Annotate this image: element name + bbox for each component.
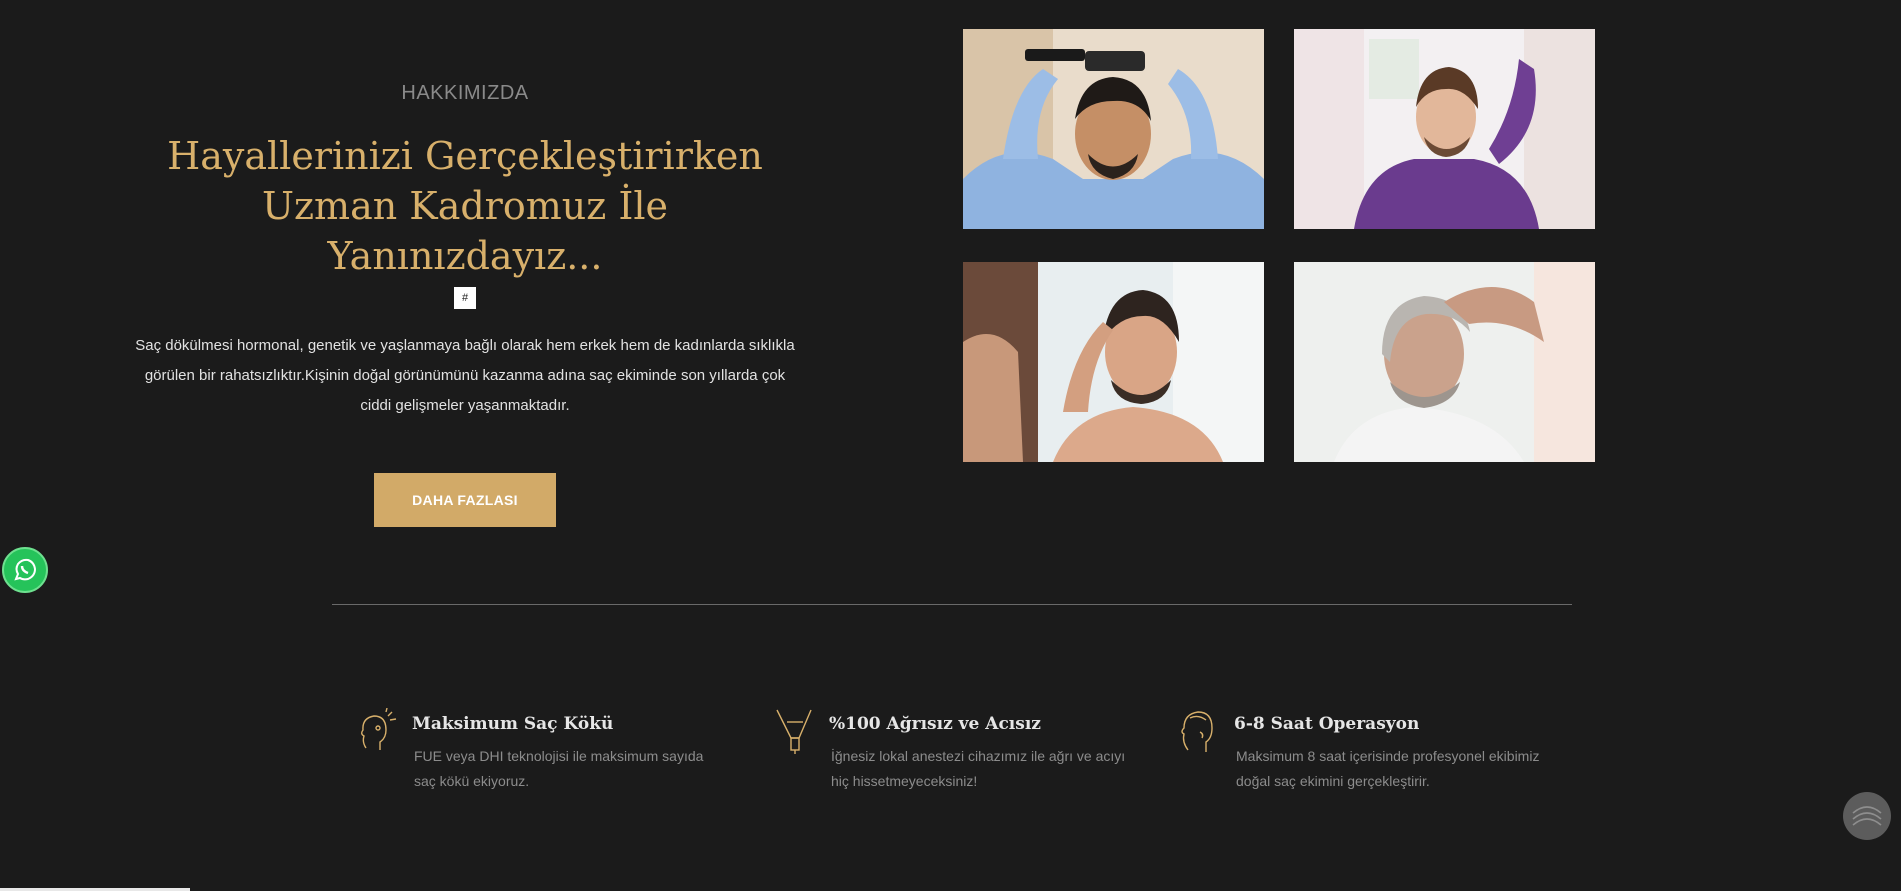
feature-text: FUE veya DHI teknolojisi ile maksimum sa… <box>414 748 704 789</box>
gallery-photo-comb <box>963 29 1264 229</box>
gallery-photo-older <box>1294 262 1595 462</box>
gallery-photo-mirror <box>963 262 1264 462</box>
page: HAKKIMIZDA Hayallerinizi Gerçekleştirirk… <box>0 0 1901 891</box>
feature-title: %100 Ağrısız ve Acısız <box>829 714 1041 734</box>
feature-text: İğnesiz lokal anestezi cihazımız ile ağr… <box>831 748 1126 789</box>
scroll-top-button[interactable] <box>1843 792 1891 840</box>
feature-title: 6-8 Saat Operasyon <box>1234 714 1420 734</box>
needle-tool-icon <box>776 709 812 754</box>
feature-title: Maksimum Saç Kökü <box>412 714 614 734</box>
whatsapp-icon <box>14 558 37 581</box>
features-row: Maksimum Saç Kökü FUE veya DHI teknoloji… <box>356 706 1566 816</box>
section-eyebrow: HAKKIMIZDA <box>401 82 529 104</box>
about-headline: Hayallerinizi Gerçekleştirirken Uzman Ka… <box>167 134 763 278</box>
whatsapp-button[interactable] <box>2 547 48 593</box>
feature-text: Maksimum 8 saat içerisinde profesyonel e… <box>1236 748 1540 789</box>
head-sparkle-icon <box>361 708 397 750</box>
chevron-up-icon <box>1852 806 1882 826</box>
photo-gallery <box>963 29 1595 462</box>
section-divider <box>332 604 1572 605</box>
hash-badge: # <box>454 287 476 309</box>
about-section: HAKKIMIZDA Hayallerinizi Gerçekleştirirk… <box>120 60 810 527</box>
about-description: Saç dökülmesi hormonal, genetik ve yaşla… <box>135 337 795 414</box>
head-profile-icon <box>1181 711 1213 752</box>
more-button[interactable]: DAHA FAZLASI <box>374 473 556 527</box>
gallery-photo-purple <box>1294 29 1595 229</box>
